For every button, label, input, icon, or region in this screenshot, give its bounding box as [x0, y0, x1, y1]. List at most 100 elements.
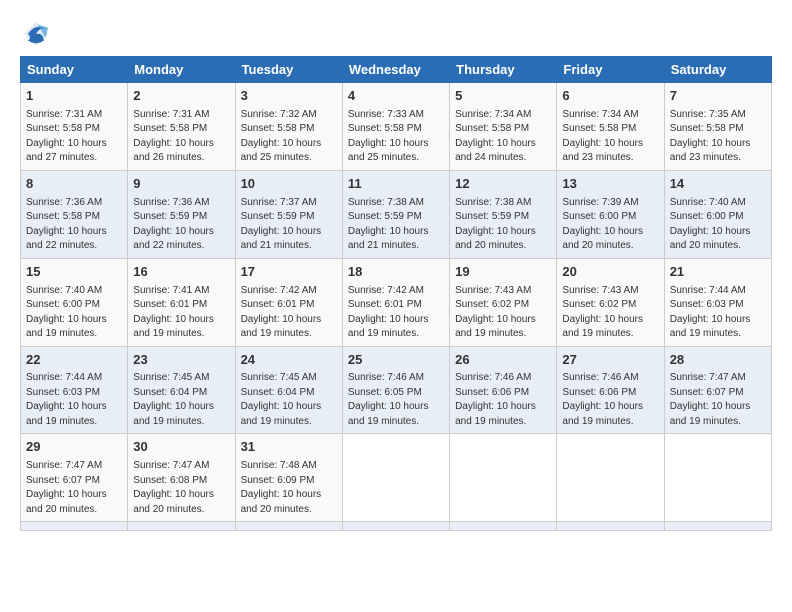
table-cell: 21 Sunrise: 7:44 AMSunset: 6:03 PMDayligh…	[664, 258, 771, 346]
day-number: 31	[241, 438, 337, 457]
day-number: 6	[562, 87, 658, 106]
day-info: Sunrise: 7:46 AMSunset: 6:05 PMDaylight:…	[348, 372, 429, 427]
table-cell: 16Sunrise: 7:41 AMSunset: 6:01 PMDayligh…	[128, 258, 235, 346]
table-cell	[450, 522, 557, 531]
table-cell: 3Sunrise: 7:32 AMSunset: 5:58 PMDaylight…	[235, 83, 342, 171]
table-cell: 29 Sunrise: 7:47 AMSunset: 6:07 PMDayligh…	[21, 434, 128, 522]
day-info: Sunrise: 7:35 AMSunset: 5:58 PMDaylight:…	[670, 109, 751, 164]
page: Sunday Monday Tuesday Wednesday Thursday…	[0, 0, 792, 541]
table-cell	[128, 522, 235, 531]
day-info: Sunrise: 7:36 AMSunset: 5:58 PMDaylight:…	[26, 197, 107, 252]
table-cell: 15 Sunrise: 7:40 AMSunset: 6:00 PMDayligh…	[21, 258, 128, 346]
day-info: Sunrise: 7:43 AMSunset: 6:02 PMDaylight:…	[455, 285, 536, 340]
day-number: 23	[133, 351, 229, 370]
col-monday: Monday	[128, 57, 235, 83]
day-info: Sunrise: 7:47 AMSunset: 6:07 PMDaylight:…	[670, 372, 751, 427]
day-info: Sunrise: 7:47 AMSunset: 6:07 PMDaylight:…	[26, 460, 107, 515]
day-number: 19	[455, 263, 551, 282]
calendar-row: 8Sunrise: 7:36 AMSunset: 5:58 PMDaylight…	[21, 170, 772, 258]
day-info: Sunrise: 7:45 AMSunset: 6:04 PMDaylight:…	[133, 372, 214, 427]
calendar-row: 22Sunrise: 7:44 AMSunset: 6:03 PMDayligh…	[21, 346, 772, 434]
calendar-table: Sunday Monday Tuesday Wednesday Thursday…	[20, 56, 772, 531]
day-number: 14	[670, 175, 766, 194]
table-cell: 23 Sunrise: 7:45 AMSunset: 6:04 PMDayligh…	[128, 346, 235, 434]
day-info: Sunrise: 7:31 AMSunset: 5:58 PMDaylight:…	[26, 109, 107, 164]
day-number: 10	[241, 175, 337, 194]
logo-icon	[20, 18, 52, 50]
day-number: 21	[670, 263, 766, 282]
day-info: Sunrise: 7:43 AMSunset: 6:02 PMDaylight:…	[562, 285, 643, 340]
day-number: 28	[670, 351, 766, 370]
col-saturday: Saturday	[664, 57, 771, 83]
table-cell: 9 Sunrise: 7:36 AMSunset: 5:59 PMDaylight…	[128, 170, 235, 258]
day-info: Sunrise: 7:38 AMSunset: 5:59 PMDaylight:…	[348, 197, 429, 252]
col-friday: Friday	[557, 57, 664, 83]
day-number: 7	[670, 87, 766, 106]
day-number: 25	[348, 351, 444, 370]
calendar-row: 15 Sunrise: 7:40 AMSunset: 6:00 PMDayligh…	[21, 258, 772, 346]
calendar-row: 29 Sunrise: 7:47 AMSunset: 6:07 PMDayligh…	[21, 434, 772, 522]
day-number: 18	[348, 263, 444, 282]
table-cell: 13 Sunrise: 7:39 AMSunset: 6:00 PMDayligh…	[557, 170, 664, 258]
table-cell: 18Sunrise: 7:42 AMSunset: 6:01 PMDayligh…	[342, 258, 449, 346]
day-info: Sunrise: 7:46 AMSunset: 6:06 PMDaylight:…	[455, 372, 536, 427]
table-cell: 11Sunrise: 7:38 AMSunset: 5:59 PMDayligh…	[342, 170, 449, 258]
day-number: 20	[562, 263, 658, 282]
table-cell: 5 Sunrise: 7:34 AMSunset: 5:58 PMDaylight…	[450, 83, 557, 171]
day-number: 16	[133, 263, 229, 282]
table-cell: 2Sunrise: 7:31 AMSunset: 5:58 PMDaylight…	[128, 83, 235, 171]
day-info: Sunrise: 7:37 AMSunset: 5:59 PMDaylight:…	[241, 197, 322, 252]
day-info: Sunrise: 7:42 AMSunset: 6:01 PMDaylight:…	[241, 285, 322, 340]
table-cell	[450, 434, 557, 522]
day-info: Sunrise: 7:47 AMSunset: 6:08 PMDaylight:…	[133, 460, 214, 515]
table-cell	[557, 522, 664, 531]
day-info: Sunrise: 7:34 AMSunset: 5:58 PMDaylight:…	[562, 109, 643, 164]
table-cell: 25 Sunrise: 7:46 AMSunset: 6:05 PMDayligh…	[342, 346, 449, 434]
table-cell: 7 Sunrise: 7:35 AMSunset: 5:58 PMDaylight…	[664, 83, 771, 171]
day-info: Sunrise: 7:36 AMSunset: 5:59 PMDaylight:…	[133, 197, 214, 252]
table-cell: 10 Sunrise: 7:37 AMSunset: 5:59 PMDayligh…	[235, 170, 342, 258]
day-number: 15	[26, 263, 122, 282]
table-cell: 30Sunrise: 7:47 AMSunset: 6:08 PMDayligh…	[128, 434, 235, 522]
day-number: 26	[455, 351, 551, 370]
day-info: Sunrise: 7:40 AMSunset: 6:00 PMDaylight:…	[670, 197, 751, 252]
table-cell: 4Sunrise: 7:33 AMSunset: 5:58 PMDaylight…	[342, 83, 449, 171]
day-number: 13	[562, 175, 658, 194]
table-cell: 17Sunrise: 7:42 AMSunset: 6:01 PMDayligh…	[235, 258, 342, 346]
logo	[20, 18, 56, 50]
calendar-row	[21, 522, 772, 531]
day-info: Sunrise: 7:39 AMSunset: 6:00 PMDaylight:…	[562, 197, 643, 252]
day-number: 24	[241, 351, 337, 370]
day-info: Sunrise: 7:45 AMSunset: 6:04 PMDaylight:…	[241, 372, 322, 427]
day-info: Sunrise: 7:34 AMSunset: 5:58 PMDaylight:…	[455, 109, 536, 164]
day-number: 5	[455, 87, 551, 106]
table-cell	[235, 522, 342, 531]
col-tuesday: Tuesday	[235, 57, 342, 83]
table-cell	[664, 434, 771, 522]
day-info: Sunrise: 7:31 AMSunset: 5:58 PMDaylight:…	[133, 109, 214, 164]
day-number: 12	[455, 175, 551, 194]
table-cell: 14 Sunrise: 7:40 AMSunset: 6:00 PMDayligh…	[664, 170, 771, 258]
table-cell	[342, 434, 449, 522]
table-cell	[664, 522, 771, 531]
col-thursday: Thursday	[450, 57, 557, 83]
day-info: Sunrise: 7:32 AMSunset: 5:58 PMDaylight:…	[241, 109, 322, 164]
day-info: Sunrise: 7:40 AMSunset: 6:00 PMDaylight:…	[26, 285, 107, 340]
day-number: 29	[26, 438, 122, 457]
col-wednesday: Wednesday	[342, 57, 449, 83]
day-info: Sunrise: 7:38 AMSunset: 5:59 PMDaylight:…	[455, 197, 536, 252]
table-cell: 20 Sunrise: 7:43 AMSunset: 6:02 PMDayligh…	[557, 258, 664, 346]
table-cell: 22Sunrise: 7:44 AMSunset: 6:03 PMDayligh…	[21, 346, 128, 434]
day-number: 27	[562, 351, 658, 370]
table-cell: 28 Sunrise: 7:47 AMSunset: 6:07 PMDayligh…	[664, 346, 771, 434]
table-cell	[21, 522, 128, 531]
day-number: 9	[133, 175, 229, 194]
day-info: Sunrise: 7:44 AMSunset: 6:03 PMDaylight:…	[670, 285, 751, 340]
table-cell: 26 Sunrise: 7:46 AMSunset: 6:06 PMDayligh…	[450, 346, 557, 434]
day-number: 22	[26, 351, 122, 370]
day-info: Sunrise: 7:48 AMSunset: 6:09 PMDaylight:…	[241, 460, 322, 515]
table-cell	[557, 434, 664, 522]
day-number: 1	[26, 87, 122, 106]
day-info: Sunrise: 7:33 AMSunset: 5:58 PMDaylight:…	[348, 109, 429, 164]
table-cell	[342, 522, 449, 531]
